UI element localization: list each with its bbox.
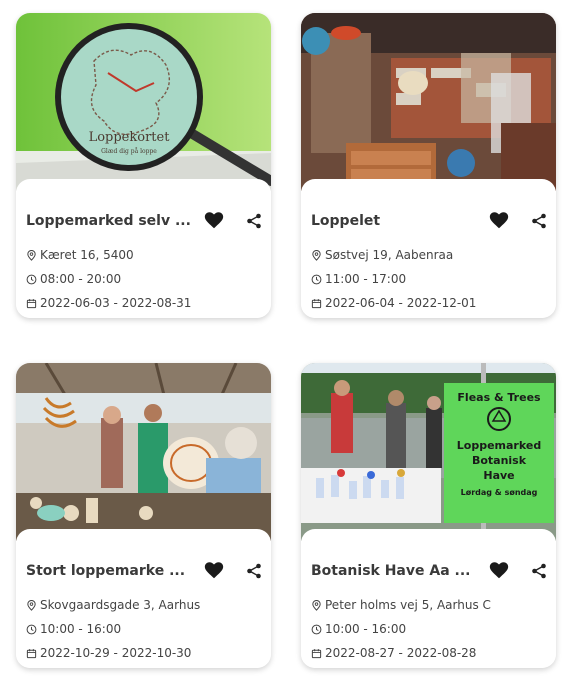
card-body: Botanisk Have Aa ... Peter holms vej 5, …	[301, 529, 556, 668]
market-image[interactable]: Loppekortet Glæd dig på loppe	[16, 13, 271, 191]
hours-text: 10:00 - 16:00	[325, 622, 407, 636]
card-body: Stort loppemarke ... Skovgaardsgade 3, A…	[16, 529, 271, 668]
market-card[interactable]: Loppelet Søstvej 19, Aabenraa 11:00 - 17…	[301, 13, 556, 318]
dates-row: 2022-06-03 - 2022-08-31	[26, 295, 191, 311]
address-text: Søstvej 19, Aabenraa	[325, 248, 454, 262]
calendar-icon	[311, 298, 322, 308]
market-image[interactable]	[301, 13, 556, 191]
dates-text: 2022-10-29 - 2022-10-30	[40, 646, 192, 660]
card-body: Loppelet Søstvej 19, Aabenraa 11:00 - 17…	[301, 179, 556, 318]
share-icon[interactable]	[246, 213, 262, 229]
hours-text: 08:00 - 20:00	[40, 272, 122, 286]
share-icon[interactable]	[531, 213, 547, 229]
clock-icon	[311, 274, 322, 284]
heart-icon[interactable]	[203, 559, 225, 581]
hours-row: 11:00 - 17:00	[311, 271, 406, 287]
address-row: Søstvej 19, Aabenraa	[311, 247, 453, 263]
location-pin-icon	[312, 249, 321, 261]
card-body: Loppemarked selv ... Kæret 16, 5400 08:0…	[16, 179, 271, 318]
heart-icon[interactable]	[203, 209, 225, 231]
clock-icon	[26, 624, 37, 634]
address-text: Kæret 16, 5400	[40, 248, 134, 262]
heart-icon[interactable]	[488, 559, 510, 581]
dates-row: 2022-08-27 - 2022-08-28	[311, 645, 476, 661]
market-image[interactable]	[16, 363, 271, 541]
hours-row: 10:00 - 16:00	[311, 621, 406, 637]
market-image[interactable]: Fleas & Trees Loppemarked Botanisk Have …	[301, 363, 556, 541]
location-pin-icon	[27, 599, 36, 611]
market-card[interactable]: Loppekortet Glæd dig på loppe Loppemarke…	[16, 13, 271, 318]
hours-text: 10:00 - 16:00	[40, 622, 122, 636]
clock-icon	[311, 624, 322, 634]
calendar-icon	[26, 648, 37, 658]
market-card[interactable]: Fleas & Trees Loppemarked Botanisk Have …	[301, 363, 556, 668]
sign-text: Have	[483, 469, 514, 482]
hours-row: 10:00 - 16:00	[26, 621, 121, 637]
dates-text: 2022-08-27 - 2022-08-28	[325, 646, 477, 660]
dates-row: 2022-06-04 - 2022-12-01	[311, 295, 476, 311]
sign-text: Botanisk	[472, 454, 527, 467]
address-row: Skovgaardsgade 3, Aarhus	[26, 597, 200, 613]
card-title[interactable]: Loppelet	[311, 213, 476, 229]
sign-text: Fleas & Trees	[457, 391, 541, 404]
address-row: Peter holms vej 5, Aarhus C	[311, 597, 491, 613]
share-icon[interactable]	[531, 563, 547, 579]
address-text: Peter holms vej 5, Aarhus C	[325, 598, 491, 612]
dates-text: 2022-06-04 - 2022-12-01	[325, 296, 477, 310]
hours-row: 08:00 - 20:00	[26, 271, 121, 287]
location-pin-icon	[27, 249, 36, 261]
heart-icon[interactable]	[488, 209, 510, 231]
dates-text: 2022-06-03 - 2022-08-31	[40, 296, 192, 310]
sign-text: Loppemarked	[457, 439, 541, 452]
location-pin-icon	[312, 599, 321, 611]
card-title[interactable]: Botanisk Have Aa ...	[311, 563, 476, 579]
card-title[interactable]: Stort loppemarke ...	[26, 563, 191, 579]
card-title[interactable]: Loppemarked selv ...	[26, 213, 191, 229]
sign-text: Lørdag & søndag	[461, 488, 538, 497]
address-text: Skovgaardsgade 3, Aarhus	[40, 598, 201, 612]
image-logo-text: Loppekortet	[89, 130, 171, 145]
share-icon[interactable]	[246, 563, 262, 579]
market-card[interactable]: Stort loppemarke ... Skovgaardsgade 3, A…	[16, 363, 271, 668]
clock-icon	[26, 274, 37, 284]
calendar-icon	[26, 298, 37, 308]
image-logo-subtext: Glæd dig på loppe	[101, 148, 157, 155]
calendar-icon	[311, 648, 322, 658]
dates-row: 2022-10-29 - 2022-10-30	[26, 645, 191, 661]
address-row: Kæret 16, 5400	[26, 247, 134, 263]
hours-text: 11:00 - 17:00	[325, 272, 407, 286]
